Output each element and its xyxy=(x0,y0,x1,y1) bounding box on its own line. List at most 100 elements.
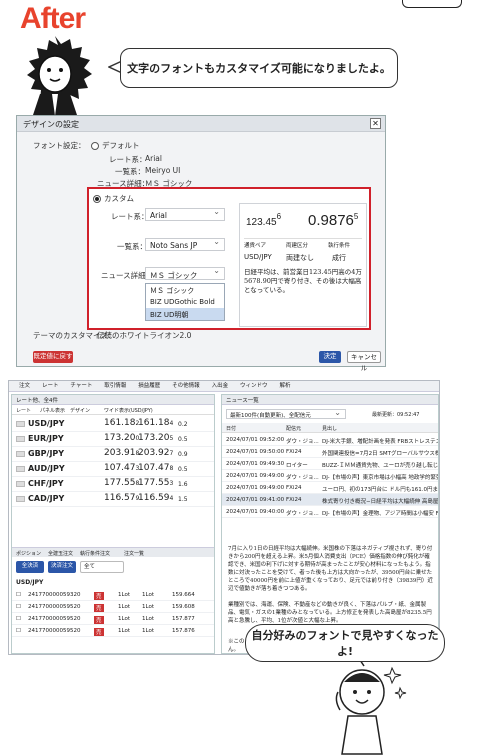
ask-main: 161.18 xyxy=(138,418,170,428)
rate-row[interactable]: CHF/JPY 177.558 177.553 1.6 xyxy=(12,477,214,492)
spread: 0.5 xyxy=(178,466,188,473)
rate-row[interactable]: CAD/JPY 116.579 116.594 1.5 xyxy=(12,492,214,507)
position-id: 241770000059520 xyxy=(28,616,81,622)
menu-item[interactable]: 解析 xyxy=(279,381,290,391)
preview-td: USD/JPY xyxy=(244,253,272,261)
rate-row[interactable]: USD/JPY 161.182 161.184 0.2 xyxy=(12,417,214,432)
menu-item[interactable]: 入出金 xyxy=(212,381,229,391)
radio-icon xyxy=(91,142,99,150)
rate-row[interactable]: EUR/JPY 173.200 173.205 0.5 xyxy=(12,432,214,447)
ask-price[interactable]: 203.927 xyxy=(138,448,173,458)
tab-order-list[interactable]: 注文一覧 xyxy=(124,550,144,557)
news-row[interactable]: 2024/07/01 09:49:30 ロイター BUZZ-ＩＭＭ通貨先物、ユーロが… xyxy=(222,458,438,470)
menu-item[interactable]: その他情報 xyxy=(172,381,200,391)
close-icon[interactable]: ✕ xyxy=(370,118,381,129)
position-row[interactable]: ☐ 241770000059520 売 1Lot 1Lot 157.877 xyxy=(12,613,214,625)
filter-select[interactable]: 全て xyxy=(80,561,124,573)
tab-position[interactable]: ポジション xyxy=(16,550,41,557)
bid-price[interactable]: 203.918 xyxy=(104,448,139,458)
restore-default-button[interactable]: 既定値に戻す xyxy=(33,351,73,363)
bid-main: 173.20 xyxy=(104,433,136,443)
tab-panel[interactable]: パネル表示 xyxy=(40,407,65,414)
news-row[interactable]: 2024/07/01 09:40:00 ダウ・ジョ... DJ-【市場の声】金理物、… xyxy=(222,506,438,518)
bid-price[interactable]: 173.200 xyxy=(104,433,139,443)
ask-price[interactable]: 173.205 xyxy=(138,433,173,443)
preview-bid-main: 123.45 xyxy=(246,217,277,228)
dropdown-option[interactable]: ＭＳ ゴシック xyxy=(146,284,224,296)
position-row[interactable]: ☐ 241770000059320 売 1Lot 1Lot 159.664 xyxy=(12,589,214,601)
ask-price[interactable]: 107.478 xyxy=(138,463,173,473)
news-row-selected[interactable]: 2024/07/01 09:41:00 FXi24 株式寄り付き概況−日経平均は大幅… xyxy=(222,494,438,506)
rate-panel: レート他、全4件 レート パネル表示 デザイン ワイド表示(USD/JPY) U… xyxy=(11,394,215,654)
settle-order-button[interactable]: 決済注文 xyxy=(48,561,76,573)
bid-price[interactable]: 177.558 xyxy=(104,478,139,488)
menu-item[interactable]: レート xyxy=(42,381,59,391)
wide-option[interactable]: ワイド表示(USD/JPY) xyxy=(104,407,153,414)
font-preview-panel: 123.456 0.98765 通貨ペア 両建区分 執行条件 USD/JPY 両… xyxy=(239,203,367,327)
ok-button[interactable]: 決定 xyxy=(319,351,341,363)
menubar: 注文 レート チャート 取引情報 損益履歴 その他情報 入出金 ウィンドウ 解析 xyxy=(9,381,439,392)
tab-rate[interactable]: レート xyxy=(16,407,31,414)
dropdown-option[interactable]: BIZ UDGothic Bold xyxy=(146,296,224,308)
position-group-label: USD/JPY xyxy=(16,579,44,586)
position-row[interactable]: ☐ 241770000059520 売 1Lot 1Lot 159.608 xyxy=(12,601,214,613)
settle-all-button[interactable]: 全決済 xyxy=(16,561,44,573)
checkbox-icon[interactable]: ☐ xyxy=(16,592,21,598)
position-row[interactable]: ☐ 241770000059520 売 1Lot 1Lot 157.876 xyxy=(12,625,214,637)
tab-design[interactable]: デザイン xyxy=(70,407,90,414)
menu-item[interactable]: 取引情報 xyxy=(104,381,126,391)
news-font-select[interactable]: ＭＳ ゴシック xyxy=(145,266,225,280)
pair-name: AUD/JPY xyxy=(28,464,65,473)
rate-row[interactable]: AUD/JPY 107.473 107.478 0.5 xyxy=(12,462,214,477)
menu-item[interactable]: ウィンドウ xyxy=(240,381,268,391)
default-list-value: Meiryo UI xyxy=(145,166,181,175)
checkbox-icon[interactable]: ☐ xyxy=(16,604,21,610)
cancel-button[interactable]: キャンセル xyxy=(347,351,381,372)
custom-radio[interactable]: カスタム xyxy=(93,193,134,204)
news-filter-select[interactable]: 最新100件(自動更新)、全配信元 xyxy=(226,408,346,419)
pair-name: CAD/JPY xyxy=(28,494,65,503)
news-row[interactable]: 2024/07/01 09:50:00 FXi24 外国関連投信=7月2日 SMTグ… xyxy=(222,446,438,458)
tab-all-orders[interactable]: 全建玉注文 xyxy=(48,550,73,557)
spread: 0.5 xyxy=(178,436,188,443)
ask-price[interactable]: 177.553 xyxy=(138,478,173,488)
ask-price[interactable]: 161.184 xyxy=(138,418,173,428)
news-date: 2024/07/01 09:49:00 xyxy=(226,485,285,491)
pair-name: GBP/JPY xyxy=(28,449,65,458)
dropdown-option-highlighted[interactable]: BIZ UD明朝 xyxy=(146,308,224,320)
default-radio[interactable]: デフォルト xyxy=(91,140,140,151)
bid-price[interactable]: 161.182 xyxy=(104,418,139,428)
rate-row[interactable]: GBP/JPY 203.918 203.927 0.9 xyxy=(12,447,214,462)
rate-font-select[interactable]: Arial xyxy=(145,207,225,221)
default-rate-label: レート系： xyxy=(109,155,147,164)
checkbox-icon[interactable]: ☐ xyxy=(16,616,21,622)
bid-price[interactable]: 107.473 xyxy=(104,463,139,473)
news-row[interactable]: 2024/07/01 09:49:00 FXi24 ユーロ円、初の173円台に ドル… xyxy=(222,482,438,494)
ask-price[interactable]: 116.594 xyxy=(138,493,173,503)
side-badge: 売 xyxy=(94,628,104,636)
side-badge: 売 xyxy=(94,616,104,624)
theme-value: 伝統のホワイトライオン2.0 xyxy=(97,331,192,340)
preview-td: 両建なし xyxy=(286,254,314,262)
bid-main: 177.55 xyxy=(104,478,136,488)
ask-main: 116.59 xyxy=(138,493,170,503)
news-panel-title: ニュース一覧 xyxy=(226,398,259,404)
speech-bubble-top: 文字のフォントもカスタマイズ可能になりましたよ。 xyxy=(120,48,398,88)
menu-item[interactable]: 注文 xyxy=(19,381,30,391)
preview-td: 成行 xyxy=(332,254,346,262)
news-row[interactable]: 2024/07/01 09:52:00 ダウ・ジョ... DJ-米大手銀、増配計画を… xyxy=(222,434,438,446)
lot: 1Lot xyxy=(118,628,130,634)
list-font-select[interactable]: Noto Sans JP xyxy=(145,237,225,251)
checkbox-icon[interactable]: ☐ xyxy=(16,628,21,634)
news-row[interactable]: 2024/07/01 09:49:00 ダウ・ジョ... DJ-【市場の声】東京市場… xyxy=(222,470,438,482)
menu-item[interactable]: チャート xyxy=(70,381,92,391)
rate-panel-title: レート他、全4件 xyxy=(16,398,58,404)
flag-icon xyxy=(16,436,25,442)
menu-item[interactable]: 損益履歴 xyxy=(138,381,160,391)
tab-condition-orders[interactable]: 執行条件注文 xyxy=(80,550,110,557)
preview-bid: 123.456 xyxy=(246,212,281,229)
flag-icon xyxy=(16,496,25,502)
radio-selected-icon xyxy=(93,195,101,203)
bid-price[interactable]: 116.579 xyxy=(104,493,139,503)
ask-main: 173.20 xyxy=(138,433,170,443)
